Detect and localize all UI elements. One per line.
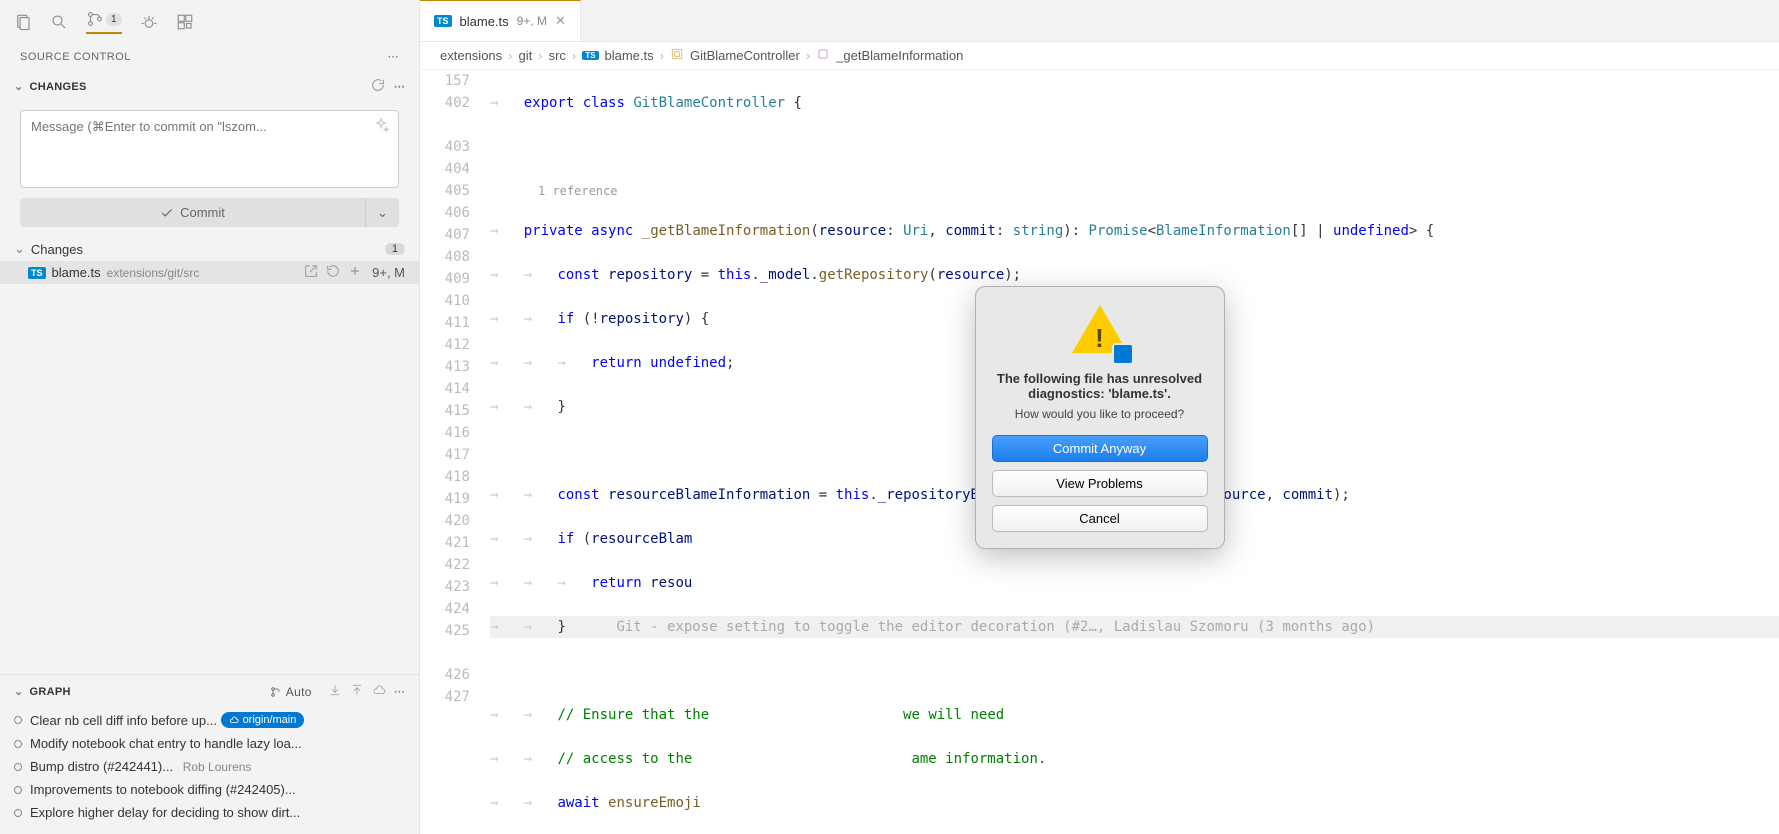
scm-title-text: SOURCE CONTROL <box>20 51 131 63</box>
changed-file-row[interactable]: TS blame.ts extensions/git/src 9+, M <box>0 261 419 284</box>
commit-message-input-wrap[interactable] <box>20 110 399 188</box>
branch-pill: origin/main <box>221 712 305 728</box>
auto-pill[interactable]: Auto <box>270 685 312 699</box>
explorer-icon[interactable] <box>14 13 32 31</box>
commit-button-row: Commit ⌄ <box>20 198 399 227</box>
search-icon[interactable] <box>50 13 68 31</box>
class-icon <box>670 47 684 64</box>
scm-more-icon[interactable]: ⋯ <box>388 50 400 63</box>
chevron-right-icon: › <box>660 48 664 63</box>
commit-dot-icon <box>14 716 22 724</box>
breadcrumb-part[interactable]: extensions <box>440 48 502 63</box>
commit-dot-icon <box>14 740 22 748</box>
auto-label: Auto <box>286 685 312 699</box>
chevron-right-icon: › <box>538 48 542 63</box>
line-number-gutter: 1574024034044054064074084094104114124134… <box>420 70 490 834</box>
breadcrumb-part[interactable]: blame.ts <box>605 48 654 63</box>
dialog: ! The following file has unresolved diag… <box>975 286 1225 549</box>
breadcrumb: extensions › git › src › TS blame.ts › G… <box>420 42 1779 70</box>
tab-filename: blame.ts <box>460 14 509 29</box>
file-path: extensions/git/src <box>107 266 304 280</box>
graph-header-label: GRAPH <box>30 686 71 698</box>
chevron-right-icon: › <box>508 48 512 63</box>
tab-modifier: 9+, M <box>517 14 547 28</box>
commit-text: Explore higher delay for deciding to sho… <box>30 805 405 820</box>
breadcrumb-part[interactable]: git <box>519 48 533 63</box>
breadcrumb-part[interactable]: GitBlameController <box>690 48 800 63</box>
view-problems-button[interactable]: View Problems <box>992 470 1208 497</box>
changes-header-label: CHANGES <box>30 81 87 93</box>
commit-text: Clear nb cell diff info before up... ori… <box>30 712 405 728</box>
refresh-icon[interactable] <box>370 77 386 96</box>
commit-item[interactable]: Bump distro (#242441)... Rob Lourens <box>0 755 419 778</box>
blame-annotation: Git - expose setting to toggle the edito… <box>616 619 1375 635</box>
file-status: 9+, M <box>372 265 405 280</box>
extensions-icon[interactable] <box>176 13 194 31</box>
changes-tree-header[interactable]: ⌄ Changes 1 <box>0 237 419 261</box>
cloud-icon[interactable] <box>372 683 386 700</box>
commit-text: Modify notebook chat entry to handle laz… <box>30 736 405 751</box>
source-control-sidebar: 1 SOURCE CONTROL ⋯ ⌄ CHANGES ⋯ <box>0 0 420 834</box>
sparkle-icon[interactable] <box>372 117 390 138</box>
commit-item[interactable]: Clear nb cell diff info before up... ori… <box>0 708 419 732</box>
ts-file-icon: TS <box>28 267 46 279</box>
graph-header[interactable]: ⌄ GRAPH Auto ⋯ <box>0 675 419 708</box>
commit-dot-icon <box>14 763 22 771</box>
chevron-down-icon: ⌄ <box>14 80 24 93</box>
commit-button[interactable]: Commit <box>20 198 365 227</box>
commit-text: Bump distro (#242441)... Rob Lourens <box>30 759 405 774</box>
commit-message-input[interactable] <box>31 119 364 134</box>
commit-dot-icon <box>14 786 22 794</box>
commit-anyway-button[interactable]: Commit Anyway <box>992 435 1208 462</box>
breadcrumb-part[interactable]: src <box>549 48 566 63</box>
reference-lens[interactable]: 1 reference <box>490 180 1779 198</box>
scm-badge: 1 <box>106 13 122 26</box>
commit-dot-icon <box>14 809 22 817</box>
graph-more-icon[interactable]: ⋯ <box>394 685 405 698</box>
commit-box: Commit ⌄ <box>20 110 399 227</box>
app-badge-icon <box>1112 343 1134 365</box>
chevron-down-icon: ⌄ <box>14 241 25 257</box>
commit-button-label: Commit <box>180 205 225 220</box>
commit-item[interactable]: Modify notebook chat entry to handle laz… <box>0 732 419 755</box>
warning-icon: ! <box>1072 305 1128 361</box>
discard-icon[interactable] <box>326 264 340 281</box>
ts-file-icon: TS <box>434 15 452 27</box>
chevron-right-icon: › <box>572 48 576 63</box>
editor-tab[interactable]: TS blame.ts 9+, M ✕ <box>420 0 581 41</box>
commit-item[interactable]: Improvements to notebook diffing (#24240… <box>0 778 419 801</box>
graph-section: ⌄ GRAPH Auto ⋯ Clear nb cell diff info b… <box>0 674 419 834</box>
ts-file-icon: TS <box>582 51 598 60</box>
editor-pane: TS blame.ts 9+, M ✕ extensions › git › s… <box>420 0 1779 834</box>
chevron-down-icon: ⌄ <box>14 685 24 698</box>
close-icon[interactable]: ✕ <box>555 13 566 29</box>
sidebar-top-icons: 1 <box>0 0 419 40</box>
commit-text: Improvements to notebook diffing (#24240… <box>30 782 405 797</box>
changes-count-badge: 1 <box>385 243 405 255</box>
commit-item[interactable]: Explore higher delay for deciding to sho… <box>0 801 419 824</box>
method-icon <box>816 47 830 64</box>
editor-tab-bar: TS blame.ts 9+, M ✕ <box>420 0 1779 42</box>
file-name: blame.ts <box>52 265 101 280</box>
dialog-title: The following file has unresolved diagno… <box>992 371 1208 401</box>
commit-dropdown-button[interactable]: ⌄ <box>365 198 399 227</box>
breadcrumb-part[interactable]: _getBlameInformation <box>836 48 963 63</box>
scm-icon[interactable]: 1 <box>86 10 122 34</box>
scm-title: SOURCE CONTROL ⋯ <box>0 40 419 71</box>
stage-icon[interactable] <box>348 264 362 281</box>
pull-icon[interactable] <box>328 683 342 700</box>
cancel-button[interactable]: Cancel <box>992 505 1208 532</box>
file-actions <box>304 264 362 281</box>
debug-icon[interactable] <box>140 13 158 31</box>
dialog-subtitle: How would you like to proceed? <box>992 407 1208 421</box>
changes-sub-label: Changes <box>31 242 83 257</box>
changes-more-icon[interactable]: ⋯ <box>394 80 405 93</box>
push-icon[interactable] <box>350 683 364 700</box>
chevron-right-icon: › <box>806 48 810 63</box>
changes-section-header[interactable]: ⌄ CHANGES ⋯ <box>0 71 419 102</box>
commit-list: Clear nb cell diff info before up... ori… <box>0 708 419 834</box>
open-file-icon[interactable] <box>304 264 318 281</box>
